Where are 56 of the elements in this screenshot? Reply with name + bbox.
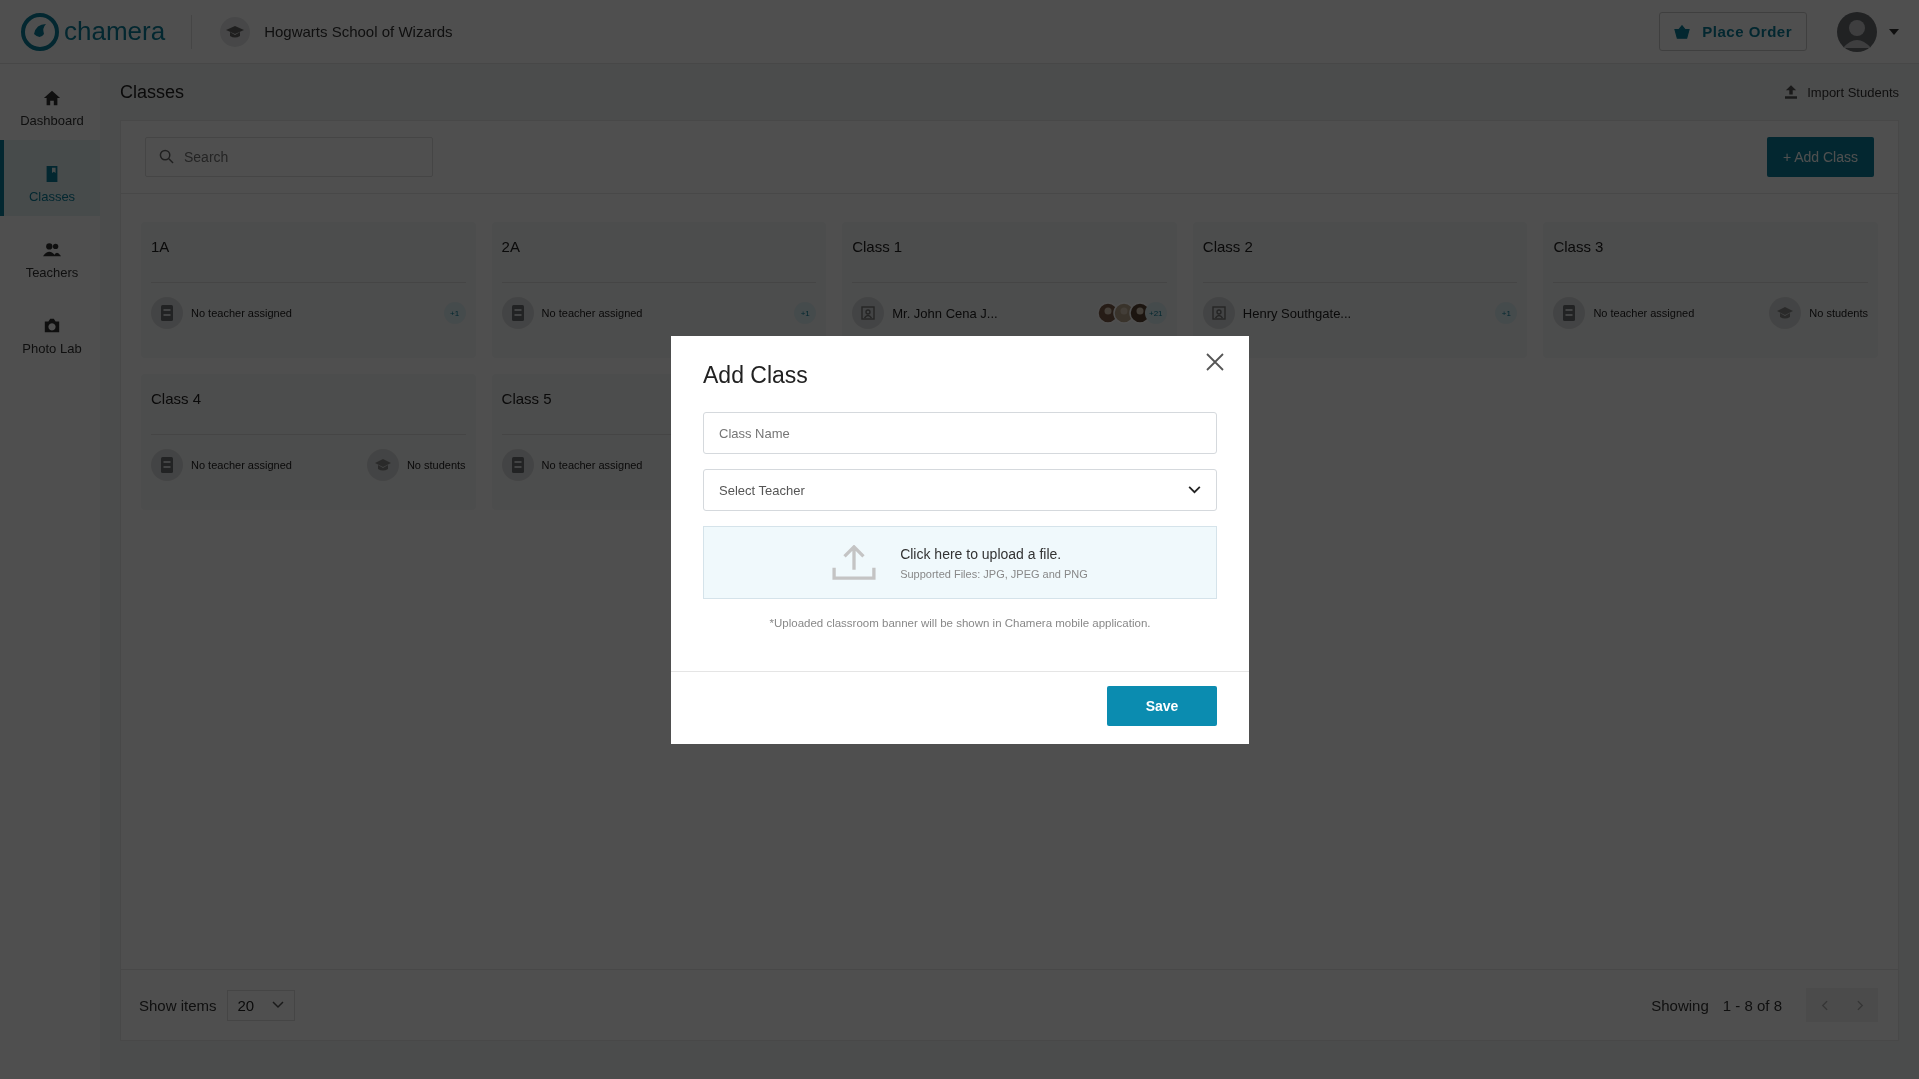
- search-icon: [159, 149, 174, 164]
- save-button[interactable]: Save: [1107, 686, 1217, 726]
- class-title: 2A: [501, 222, 817, 283]
- teacher-name: No teacher assigned: [541, 459, 644, 471]
- class-title: Class 2: [1202, 222, 1518, 283]
- class-title: 1A: [151, 222, 466, 283]
- profile-avatar[interactable]: [1837, 11, 1877, 52]
- upload-icon: [832, 544, 877, 581]
- teacher-name: No teacher assigned: [541, 307, 644, 319]
- student-count-badge: +1: [794, 302, 817, 324]
- file-upload-area[interactable]: Click here to upload a file. Supported Files: JPG, JPEG and PNG: [703, 526, 1217, 599]
- close-icon[interactable]: [1206, 353, 1224, 371]
- class-title: Class 1: [852, 222, 1167, 283]
- previous-page-button[interactable]: [1806, 988, 1842, 1022]
- sidebar-item[interactable]: Teachers: [0, 216, 100, 292]
- teacher-name: Henry Southgate...: [1242, 305, 1353, 321]
- sidebar-item[interactable]: Classes: [0, 140, 100, 216]
- class-title: Class 3: [1553, 222, 1868, 283]
- class-name-field[interactable]: Class Name: [703, 412, 1217, 454]
- caret-icon[interactable]: [1889, 28, 1899, 35]
- select-teacher-dropdown[interactable]: Select Teacher: [703, 469, 1217, 511]
- chevron-down-icon: [1188, 486, 1201, 494]
- teacher-name: No teacher assigned: [191, 307, 293, 319]
- school-name: Hogwarts School of Wizards: [264, 23, 453, 40]
- basket-icon: [1674, 24, 1691, 39]
- class-title: Class 4: [151, 374, 466, 435]
- upload-prompt: Click here to upload a file.: [900, 545, 1063, 562]
- page-size-select[interactable]: 20: [226, 989, 296, 1021]
- no-students-label: No students: [1809, 307, 1868, 319]
- upload-icon: [1785, 85, 1798, 99]
- add-class-button[interactable]: + Add Class: [1766, 137, 1874, 177]
- graduation-cap-icon: [1769, 297, 1802, 329]
- graduation-cap-icon: [220, 16, 251, 47]
- logo-icon: [20, 11, 60, 52]
- teacher-name: Mr. John Cena J...: [892, 305, 999, 321]
- camera-icon: [43, 316, 61, 335]
- brand-name: chamera: [64, 16, 166, 47]
- teacher-name: No teacher assigned: [1593, 307, 1696, 319]
- banner-note: *Uploaded classroom banner will be shown in Chamera mobile application.: [768, 617, 1152, 631]
- people-icon: [43, 240, 61, 259]
- place-order-button[interactable]: Place Order: [1659, 12, 1807, 51]
- student-count-badge: +21: [1144, 302, 1167, 324]
- teacher-name: No teacher assigned: [191, 459, 293, 471]
- sidebar-item[interactable]: Photo Lab: [0, 292, 100, 368]
- page-range: 1 - 8 of 8: [1722, 996, 1782, 1014]
- show-items-label: Show items: [139, 996, 217, 1014]
- no-students-label: No students: [406, 459, 466, 471]
- supported-files-hint: Supported Files: JPG, JPEG and PNG: [900, 567, 1088, 580]
- showing-label: Showing: [1651, 996, 1709, 1014]
- chevron-down-icon: [272, 1001, 285, 1009]
- next-page-button[interactable]: [1842, 988, 1878, 1022]
- sidebar-item[interactable]: Dashboard: [0, 64, 100, 140]
- page-title: Classes: [120, 81, 186, 103]
- graduation-cap-icon: [366, 449, 399, 481]
- import-students-link[interactable]: Import Students: [1785, 84, 1899, 100]
- home-icon: [43, 88, 61, 107]
